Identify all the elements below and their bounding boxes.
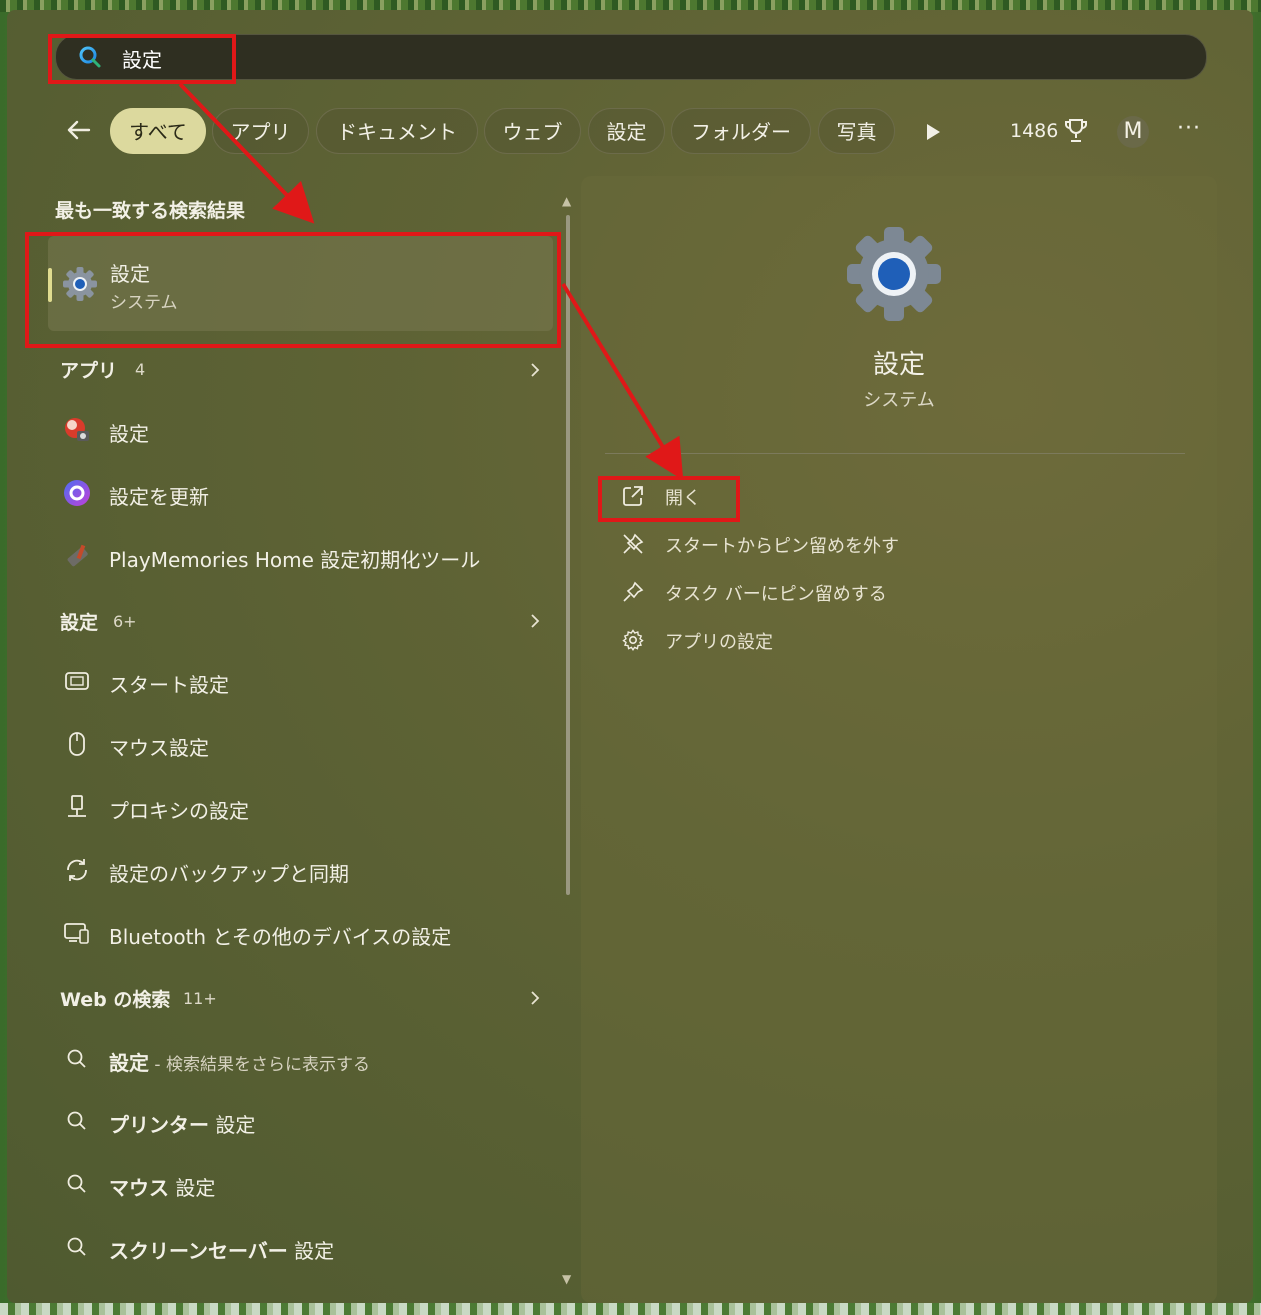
list-item-label: プロキシの設定 [109, 799, 249, 823]
list-item-label: プリンター 設定 [109, 1113, 256, 1137]
filter-chip-apps[interactable]: アプリ [212, 108, 309, 154]
list-item-proxy-settings[interactable]: プロキシの設定 [59, 787, 559, 827]
web-search-heading[interactable]: Web の検索 [60, 985, 170, 1012]
list-item-label: 設定 [109, 422, 149, 446]
action-open[interactable]: 開く [621, 480, 1181, 512]
pin-icon [623, 581, 644, 602]
search-icon [67, 1049, 86, 1068]
apps-count: 4 [135, 360, 146, 379]
search-icon [67, 1237, 86, 1256]
list-item-start-settings[interactable]: スタート設定 [59, 661, 559, 701]
best-match-item[interactable]: 設定 システム [48, 236, 553, 331]
more-options-icon[interactable]: ··· [1177, 116, 1201, 141]
list-item-label: 設定 - 検索結果をさらに表示する [109, 1051, 370, 1075]
chevron-right-icon[interactable] [527, 362, 543, 378]
filter-chip-folders[interactable]: フォルダー [671, 108, 811, 154]
list-item-bluetooth-settings[interactable]: Bluetooth とその他のデバイスの設定 [59, 913, 559, 953]
rewards-points: 1486 [1010, 120, 1059, 142]
list-item-mouse-settings[interactable]: マウス設定 [59, 724, 559, 764]
list-item-app-settings[interactable]: 設定 [59, 410, 559, 450]
settings-gear-icon [63, 267, 97, 301]
sync-icon [67, 859, 87, 881]
list-item-label: スクリーンセーバー 設定 [109, 1239, 335, 1263]
action-label: スタートからピン留めを外す [665, 536, 899, 557]
list-item-web-mouse[interactable]: マウス 設定 [59, 1164, 559, 1204]
devices-icon [64, 923, 89, 944]
action-label: アプリの設定 [665, 632, 773, 653]
chevron-right-icon[interactable] [527, 990, 543, 1006]
mouse-icon [69, 732, 85, 756]
list-item-label: PlayMemories Home 設定初期化ツール [109, 548, 481, 572]
best-match-heading: 最も一致する検索結果 [55, 200, 246, 222]
action-pin-taskbar[interactable]: タスク バーにピン留めする [621, 576, 1181, 608]
search-box[interactable] [55, 34, 1207, 80]
chevron-right-icon[interactable] [527, 613, 543, 629]
search-icon [79, 46, 101, 68]
divider [605, 453, 1185, 454]
action-label: 開く [665, 488, 701, 509]
start-search-panel: すべて アプリ ドキュメント ウェブ 設定 フォルダー 写真 1486 M ··… [7, 10, 1253, 1303]
desktop-wallpaper-bottom [0, 1303, 1261, 1315]
trophy-icon[interactable] [1065, 118, 1087, 144]
search-icon [67, 1111, 86, 1130]
list-item-label: マウス設定 [109, 736, 209, 760]
search-icon [67, 1174, 86, 1193]
action-app-settings[interactable]: アプリの設定 [621, 624, 1181, 656]
apps-heading[interactable]: アプリ [60, 356, 117, 383]
list-item-web-screensaver[interactable]: スクリーンセーバー 設定 [59, 1227, 559, 1267]
filter-chip-photos[interactable]: 写真 [818, 108, 895, 154]
action-unpin-start[interactable]: スタートからピン留めを外す [621, 528, 1181, 560]
action-label: タスク バーにピン留めする [665, 584, 887, 605]
settings-count: 6+ [113, 612, 137, 631]
scrollbar[interactable] [566, 215, 570, 895]
filter-chip-documents[interactable]: ドキュメント [316, 108, 478, 154]
list-item-web-settings[interactable]: 設定 - 検索結果をさらに表示する [59, 1039, 559, 1079]
list-item-app-update-settings[interactable]: 設定を更新 [59, 473, 559, 513]
filter-chip-all[interactable]: すべて [110, 108, 206, 154]
selection-indicator [48, 268, 52, 302]
scroll-up-icon[interactable]: ▲ [562, 194, 571, 208]
camera-settings-app-icon [65, 418, 89, 441]
detail-pane: 設定 システム 開く スタートからピン留めを外す タスク バーにピン留めする ア… [581, 176, 1217, 1303]
web-search-count: 11+ [183, 989, 217, 1008]
back-arrow-icon[interactable] [63, 114, 95, 146]
list-item-label: マウス 設定 [109, 1176, 216, 1200]
list-item-backup-sync[interactable]: 設定のバックアップと同期 [59, 850, 559, 890]
settings-heading[interactable]: 設定 [60, 608, 98, 635]
detail-subtitle: システム [863, 390, 935, 411]
list-item-label: 設定のバックアップと同期 [109, 862, 349, 886]
best-match-title: 設定 [110, 262, 150, 286]
filter-chip-settings[interactable]: 設定 [588, 108, 665, 154]
scroll-down-icon[interactable]: ▼ [562, 1272, 571, 1286]
proxy-icon [68, 795, 86, 817]
list-item-label: スタート設定 [109, 673, 229, 697]
gear-icon [622, 629, 644, 652]
list-item-web-printer[interactable]: プリンター 設定 [59, 1101, 559, 1141]
avatar[interactable]: M [1117, 116, 1149, 148]
start-menu-icon [65, 672, 89, 690]
best-match-subtitle: システム [110, 293, 178, 313]
list-item-app-playmemories[interactable]: PlayMemories Home 設定初期化ツール [59, 536, 559, 576]
update-settings-app-icon [64, 480, 90, 506]
open-external-icon [623, 486, 643, 506]
list-item-label: Bluetooth とその他のデバイスの設定 [109, 925, 452, 949]
filter-chip-web[interactable]: ウェブ [484, 108, 581, 154]
unpin-icon [623, 533, 644, 554]
more-filters-play-icon[interactable] [925, 123, 941, 141]
settings-large-gear-icon [847, 227, 941, 321]
playmemories-tool-icon [67, 544, 88, 567]
detail-title: 設定 [872, 350, 925, 380]
search-input[interactable] [120, 43, 724, 73]
list-item-label: 設定を更新 [109, 485, 209, 509]
